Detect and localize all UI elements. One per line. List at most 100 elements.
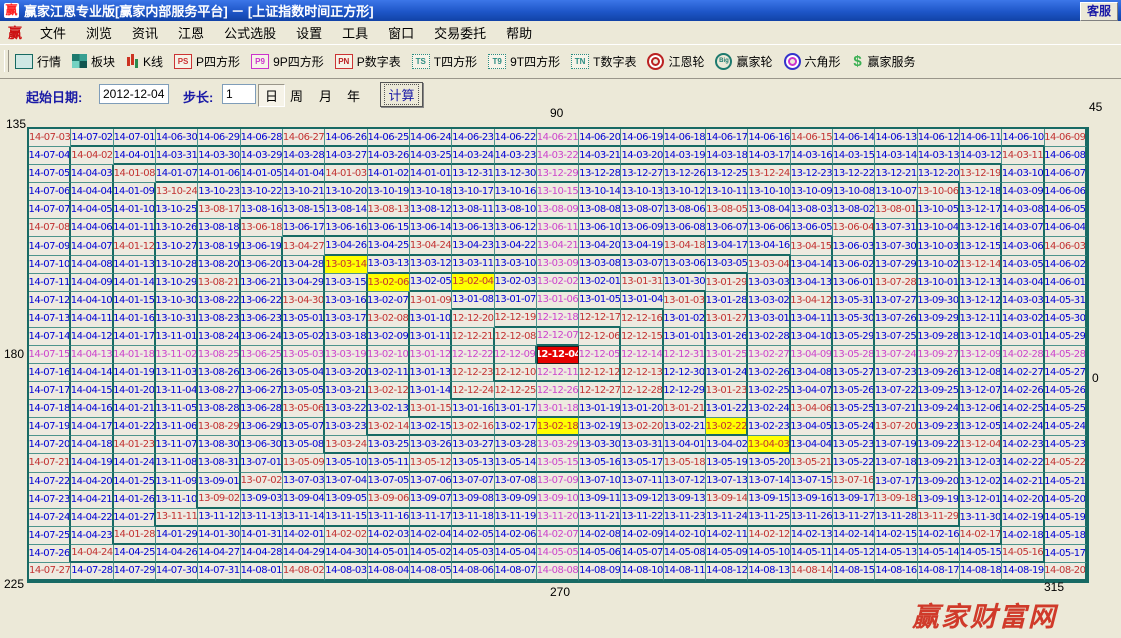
- date-cell[interactable]: 13-07-09: [537, 473, 579, 491]
- date-cell[interactable]: 13-08-19: [198, 237, 240, 255]
- date-cell[interactable]: 13-03-24: [325, 436, 367, 454]
- date-cell[interactable]: 13-12-24: [748, 165, 790, 183]
- date-cell[interactable]: 14-05-29: [1045, 328, 1087, 346]
- date-cell[interactable]: 12-12-29: [664, 382, 706, 400]
- date-cell[interactable]: 13-09-01: [198, 473, 240, 491]
- date-cell[interactable]: 14-06-30: [156, 129, 198, 147]
- date-cell[interactable]: 14-07-16: [29, 364, 71, 382]
- date-cell[interactable]: 13-10-23: [198, 183, 240, 201]
- date-cell[interactable]: 13-07-12: [664, 473, 706, 491]
- date-cell[interactable]: 13-09-04: [283, 491, 325, 509]
- date-cell[interactable]: 13-11-25: [748, 509, 790, 527]
- date-cell[interactable]: 14-01-09: [114, 183, 156, 201]
- date-cell[interactable]: 13-10-27: [156, 237, 198, 255]
- toolbar-button[interactable]: P99P四方形: [251, 53, 324, 70]
- date-cell[interactable]: 13-02-28: [748, 328, 790, 346]
- date-cell[interactable]: 14-02-20: [1002, 491, 1044, 509]
- date-cell[interactable]: 14-03-10: [1002, 165, 1044, 183]
- date-cell[interactable]: 14-07-02: [71, 129, 113, 147]
- date-cell[interactable]: 14-01-14: [114, 274, 156, 292]
- date-cell[interactable]: 13-02-16: [452, 418, 494, 436]
- date-cell[interactable]: 13-09-03: [241, 491, 283, 509]
- date-cell[interactable]: 13-12-23: [791, 165, 833, 183]
- date-cell[interactable]: 13-08-27: [198, 382, 240, 400]
- date-cell[interactable]: 14-07-31: [198, 563, 240, 581]
- date-cell[interactable]: 13-07-15: [791, 473, 833, 491]
- date-cell[interactable]: 13-03-16: [325, 292, 367, 310]
- date-cell[interactable]: 14-01-07: [156, 165, 198, 183]
- date-cell[interactable]: 13-06-13: [452, 219, 494, 237]
- date-cell[interactable]: 13-03-21: [325, 382, 367, 400]
- date-cell[interactable]: 13-07-25: [875, 328, 917, 346]
- date-cell[interactable]: 13-08-22: [198, 292, 240, 310]
- date-cell[interactable]: 14-08-10: [621, 563, 663, 581]
- date-cell[interactable]: 14-04-13: [71, 346, 113, 364]
- menu-item[interactable]: 帮助: [498, 21, 540, 44]
- date-cell[interactable]: 14-02-28: [1002, 346, 1044, 364]
- date-cell[interactable]: 13-01-19: [579, 400, 621, 418]
- date-cell[interactable]: 13-01-08: [452, 292, 494, 310]
- menu-item[interactable]: 窗口: [380, 21, 422, 44]
- date-cell[interactable]: 14-02-08: [579, 527, 621, 545]
- date-cell[interactable]: 13-06-21: [241, 274, 283, 292]
- date-cell[interactable]: 14-03-17: [748, 147, 790, 165]
- date-cell[interactable]: 13-08-02: [833, 201, 875, 219]
- date-cell[interactable]: 14-05-02: [410, 545, 452, 563]
- menu-item[interactable]: 设置: [288, 21, 330, 44]
- date-cell[interactable]: 13-02-03: [495, 274, 537, 292]
- date-cell[interactable]: 13-08-26: [198, 364, 240, 382]
- date-cell[interactable]: 13-09-21: [918, 454, 960, 472]
- date-cell[interactable]: 14-01-03: [325, 165, 367, 183]
- date-cell[interactable]: 13-04-13: [791, 274, 833, 292]
- date-cell[interactable]: 13-07-17: [875, 473, 917, 491]
- date-cell[interactable]: 13-03-11: [452, 256, 494, 274]
- date-cell[interactable]: 13-06-22: [241, 292, 283, 310]
- date-cell[interactable]: 13-06-05: [791, 219, 833, 237]
- date-cell[interactable]: 13-08-13: [368, 201, 410, 219]
- date-cell[interactable]: 13-11-02: [156, 346, 198, 364]
- date-cell[interactable]: 13-11-19: [495, 509, 537, 527]
- date-cell[interactable]: 13-10-16: [495, 183, 537, 201]
- date-cell[interactable]: 13-09-30: [918, 292, 960, 310]
- date-cell[interactable]: 13-06-04: [833, 219, 875, 237]
- date-cell[interactable]: 13-07-16: [833, 473, 875, 491]
- date-cell[interactable]: 14-06-13: [875, 129, 917, 147]
- date-cell[interactable]: 13-10-31: [156, 310, 198, 328]
- menu-item[interactable]: 江恩: [170, 21, 212, 44]
- date-cell[interactable]: 13-04-16: [748, 237, 790, 255]
- date-cell[interactable]: 13-01-12: [410, 346, 452, 364]
- date-cell[interactable]: 14-03-27: [325, 147, 367, 165]
- date-cell[interactable]: 14-07-23: [29, 491, 71, 509]
- date-cell[interactable]: 13-05-04: [283, 364, 325, 382]
- date-cell[interactable]: 14-06-14: [833, 129, 875, 147]
- date-cell[interactable]: 14-02-03: [368, 527, 410, 545]
- date-cell[interactable]: 13-06-26: [241, 364, 283, 382]
- date-cell[interactable]: 13-06-20: [241, 256, 283, 274]
- date-cell[interactable]: 13-07-29: [875, 256, 917, 274]
- date-cell[interactable]: 14-04-21: [71, 491, 113, 509]
- date-cell[interactable]: 14-06-28: [241, 129, 283, 147]
- date-cell[interactable]: 14-04-18: [71, 436, 113, 454]
- date-cell[interactable]: 14-07-14: [29, 328, 71, 346]
- date-cell[interactable]: 13-06-25: [241, 346, 283, 364]
- date-cell[interactable]: 13-04-18: [664, 237, 706, 255]
- date-cell[interactable]: 14-04-12: [71, 328, 113, 346]
- date-cell[interactable]: 12-12-27: [579, 382, 621, 400]
- date-cell[interactable]: 13-01-23: [706, 382, 748, 400]
- menu-item[interactable]: 工具: [334, 21, 376, 44]
- date-cell[interactable]: 13-12-28: [579, 165, 621, 183]
- date-cell[interactable]: 13-12-22: [833, 165, 875, 183]
- date-cell[interactable]: 14-04-17: [71, 418, 113, 436]
- date-cell[interactable]: 13-05-25: [833, 400, 875, 418]
- date-cell[interactable]: 13-07-13: [706, 473, 748, 491]
- date-cell[interactable]: 13-12-03: [960, 454, 1002, 472]
- date-cell[interactable]: 13-11-14: [283, 509, 325, 527]
- date-cell[interactable]: 14-06-20: [579, 129, 621, 147]
- menu-item[interactable]: 文件: [32, 21, 74, 44]
- date-cell[interactable]: 13-09-05: [325, 491, 367, 509]
- date-cell[interactable]: 14-06-23: [452, 129, 494, 147]
- date-cell[interactable]: 13-04-01: [664, 436, 706, 454]
- date-cell[interactable]: 13-07-31: [875, 219, 917, 237]
- date-cell[interactable]: 13-01-14: [410, 382, 452, 400]
- date-cell[interactable]: 14-04-19: [71, 454, 113, 472]
